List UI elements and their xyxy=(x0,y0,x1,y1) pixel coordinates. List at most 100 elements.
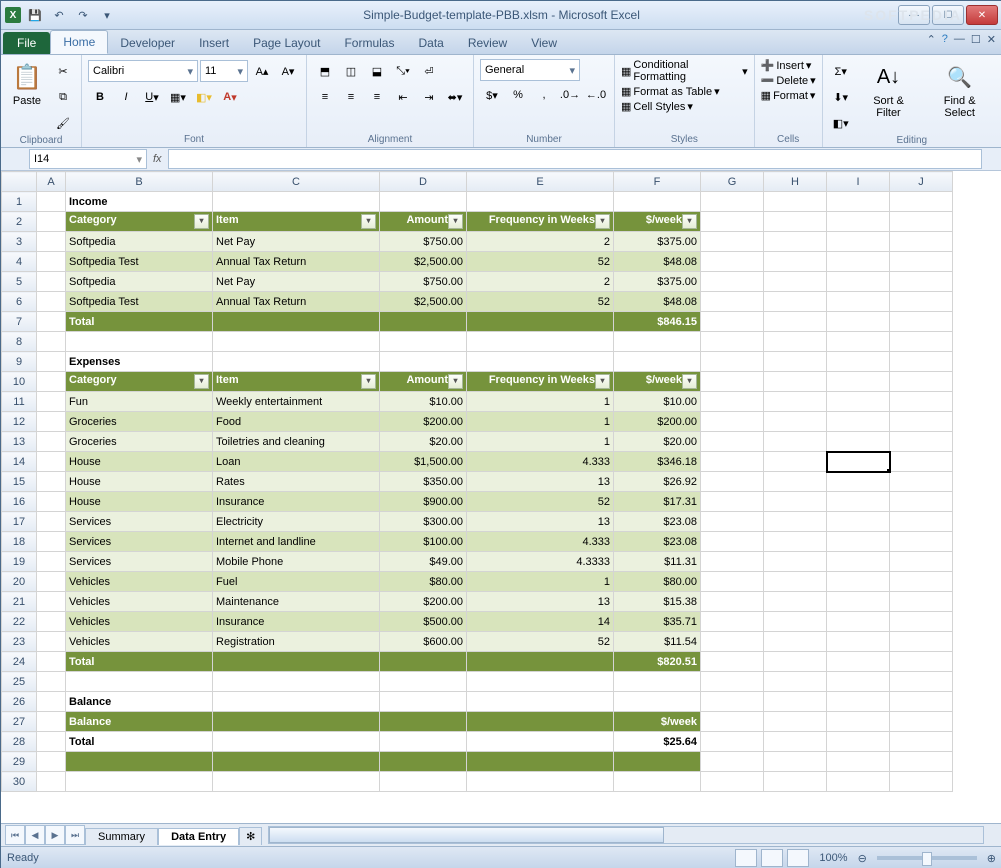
cell-J25[interactable] xyxy=(890,672,953,692)
cell-C8[interactable] xyxy=(213,332,380,352)
cell-E13[interactable]: 1 xyxy=(467,432,614,452)
cell-H24[interactable] xyxy=(764,652,827,672)
cell-C3[interactable]: Net Pay xyxy=(213,232,380,252)
page-layout-tab[interactable]: Page Layout xyxy=(241,32,332,54)
minimize-button[interactable]: — xyxy=(898,5,930,25)
cell-E30[interactable] xyxy=(467,772,614,792)
row-header-14[interactable]: 14 xyxy=(2,452,37,472)
cell-C26[interactable] xyxy=(213,692,380,712)
cell-E22[interactable]: 14 xyxy=(467,612,614,632)
italic-button[interactable]: I xyxy=(114,85,138,109)
cell-E18[interactable]: 4.333 xyxy=(467,532,614,552)
cell-G5[interactable] xyxy=(701,272,764,292)
cell-G18[interactable] xyxy=(701,532,764,552)
cell-I13[interactable] xyxy=(827,432,890,452)
cell-J2[interactable] xyxy=(890,212,953,232)
format-cells-button[interactable]: ▦ Format ▾ xyxy=(761,89,816,102)
cell-B4[interactable]: Softpedia Test xyxy=(66,252,213,272)
cell-A13[interactable] xyxy=(37,432,66,452)
font-name-combo[interactable]: Calibri▾ xyxy=(88,60,198,82)
decrease-font-icon[interactable]: A▾ xyxy=(276,59,300,83)
cell-I12[interactable] xyxy=(827,412,890,432)
cell-A2[interactable] xyxy=(37,212,66,232)
cell-I6[interactable] xyxy=(827,292,890,312)
cell-J15[interactable] xyxy=(890,472,953,492)
cell-G27[interactable] xyxy=(701,712,764,732)
row-header-5[interactable]: 5 xyxy=(2,272,37,292)
align-center-icon[interactable]: ≡ xyxy=(339,85,363,109)
cell-I29[interactable] xyxy=(827,752,890,772)
cell-H2[interactable] xyxy=(764,212,827,232)
cell-I4[interactable] xyxy=(827,252,890,272)
cell-F22[interactable]: $35.71 xyxy=(614,612,701,632)
cell-D10[interactable]: Amount▾ xyxy=(380,372,467,392)
cell-H29[interactable] xyxy=(764,752,827,772)
cell-J6[interactable] xyxy=(890,292,953,312)
format-as-table-button[interactable]: ▦ Format as Table ▾ xyxy=(621,85,720,98)
cell-B3[interactable]: Softpedia xyxy=(66,232,213,252)
cell-F14[interactable]: $346.18 xyxy=(614,452,701,472)
cell-J4[interactable] xyxy=(890,252,953,272)
cell-D8[interactable] xyxy=(380,332,467,352)
cell-C20[interactable]: Fuel xyxy=(213,572,380,592)
cell-E25[interactable] xyxy=(467,672,614,692)
cell-E17[interactable]: 13 xyxy=(467,512,614,532)
row-header-17[interactable]: 17 xyxy=(2,512,37,532)
cell-B1[interactable]: Income xyxy=(66,192,213,212)
cell-I21[interactable] xyxy=(827,592,890,612)
zoom-slider[interactable] xyxy=(877,856,977,860)
cell-C10[interactable]: Item▾ xyxy=(213,372,380,392)
cell-F16[interactable]: $17.31 xyxy=(614,492,701,512)
cell-I8[interactable] xyxy=(827,332,890,352)
fx-icon[interactable]: fx xyxy=(153,153,162,165)
workbook-max-icon[interactable]: ☐ xyxy=(971,33,981,46)
filter-dropdown-icon[interactable]: ▾ xyxy=(361,374,376,389)
cell-G23[interactable] xyxy=(701,632,764,652)
cell-B11[interactable]: Fun xyxy=(66,392,213,412)
save-icon[interactable]: 💾 xyxy=(25,5,45,25)
cell-D5[interactable]: $750.00 xyxy=(380,272,467,292)
cell-F27[interactable]: $/week xyxy=(614,712,701,732)
cell-C17[interactable]: Electricity xyxy=(213,512,380,532)
cell-E24[interactable] xyxy=(467,652,614,672)
cell-J30[interactable] xyxy=(890,772,953,792)
cell-H15[interactable] xyxy=(764,472,827,492)
row-header-18[interactable]: 18 xyxy=(2,532,37,552)
cell-B25[interactable] xyxy=(66,672,213,692)
cell-C28[interactable] xyxy=(213,732,380,752)
cell-D12[interactable]: $200.00 xyxy=(380,412,467,432)
cell-I2[interactable] xyxy=(827,212,890,232)
cell-J28[interactable] xyxy=(890,732,953,752)
row-header-20[interactable]: 20 xyxy=(2,572,37,592)
cell-C2[interactable]: Item▾ xyxy=(213,212,380,232)
orientation-icon[interactable]: ⤡▾ xyxy=(391,59,415,83)
cell-C21[interactable]: Maintenance xyxy=(213,592,380,612)
minimize-ribbon-icon[interactable]: ⌃ xyxy=(927,33,936,46)
cell-C12[interactable]: Food xyxy=(213,412,380,432)
cell-A30[interactable] xyxy=(37,772,66,792)
cell-G21[interactable] xyxy=(701,592,764,612)
cell-J10[interactable] xyxy=(890,372,953,392)
cell-J11[interactable] xyxy=(890,392,953,412)
cell-B14[interactable]: House xyxy=(66,452,213,472)
horizontal-scrollbar[interactable] xyxy=(268,826,984,844)
cell-J3[interactable] xyxy=(890,232,953,252)
cell-H28[interactable] xyxy=(764,732,827,752)
currency-icon[interactable]: $▾ xyxy=(480,83,504,107)
cell-A25[interactable] xyxy=(37,672,66,692)
cell-A5[interactable] xyxy=(37,272,66,292)
row-header-12[interactable]: 12 xyxy=(2,412,37,432)
cell-B6[interactable]: Softpedia Test xyxy=(66,292,213,312)
cell-H11[interactable] xyxy=(764,392,827,412)
cell-C1[interactable] xyxy=(213,192,380,212)
cell-E26[interactable] xyxy=(467,692,614,712)
sheet-tab-data-entry[interactable]: Data Entry xyxy=(158,828,239,845)
cell-A28[interactable] xyxy=(37,732,66,752)
cell-A19[interactable] xyxy=(37,552,66,572)
percent-icon[interactable]: % xyxy=(506,83,530,107)
workbook-min-icon[interactable]: — xyxy=(954,33,965,46)
cell-B19[interactable]: Services xyxy=(66,552,213,572)
cell-D4[interactable]: $2,500.00 xyxy=(380,252,467,272)
format-painter-icon[interactable]: 🖌 xyxy=(51,111,75,135)
cell-J27[interactable] xyxy=(890,712,953,732)
